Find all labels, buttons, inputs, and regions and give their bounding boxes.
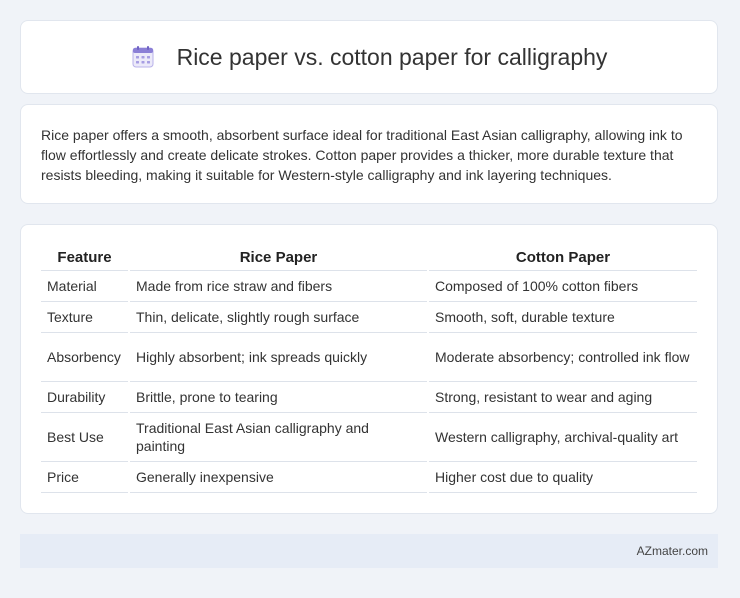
header-rice-paper: Rice Paper	[128, 245, 428, 271]
intro-paragraph: Rice paper offers a smooth, absorbent su…	[41, 127, 683, 183]
table-row: Best Use Traditional East Asian calligra…	[41, 412, 697, 462]
cotton-paper-cell: Western calligraphy, archival-quality ar…	[427, 412, 697, 462]
cotton-paper-cell: Composed of 100% cotton fibers	[427, 270, 697, 302]
table-row: Durability Brittle, prone to tearing Str…	[41, 381, 697, 413]
table-row: Texture Thin, delicate, slightly rough s…	[41, 301, 697, 333]
cotton-paper-cell: Higher cost due to quality	[427, 461, 697, 493]
rice-paper-cell: Traditional East Asian calligraphy and p…	[128, 412, 428, 462]
feature-cell: Absorbency	[41, 332, 129, 382]
intro-card: Rice paper offers a smooth, absorbent su…	[20, 104, 718, 204]
rice-paper-cell: Generally inexpensive	[128, 461, 428, 493]
table-row: Material Made from rice straw and fibers…	[41, 270, 697, 302]
rice-paper-cell: Highly absorbent; ink spreads quickly	[128, 332, 428, 382]
cotton-paper-cell: Moderate absorbency; controlled ink flow	[427, 332, 697, 382]
footer-brand: AZmater.com	[636, 544, 708, 558]
cotton-paper-cell: Strong, resistant to wear and aging	[427, 381, 697, 413]
page-title: Rice paper vs. cotton paper for calligra…	[176, 43, 608, 70]
title-card: Rice paper vs. cotton paper for calligra…	[20, 20, 718, 94]
feature-cell: Material	[41, 270, 129, 302]
cotton-paper-cell: Smooth, soft, durable texture	[427, 301, 697, 333]
feature-cell: Price	[41, 461, 129, 493]
header-feature: Feature	[41, 245, 129, 271]
calendar-icon	[131, 45, 155, 69]
table-row: Absorbency Highly absorbent; ink spreads…	[41, 332, 697, 382]
feature-cell: Durability	[41, 381, 129, 413]
header-cotton-paper: Cotton Paper	[427, 245, 697, 271]
table-card: Feature Rice Paper Cotton Paper Material…	[20, 224, 718, 514]
table-header-row: Feature Rice Paper Cotton Paper	[41, 245, 697, 271]
footer: AZmater.com	[20, 534, 718, 568]
comparison-table: Feature Rice Paper Cotton Paper Material…	[41, 245, 697, 493]
rice-paper-cell: Brittle, prone to tearing	[128, 381, 428, 413]
table-row: Price Generally inexpensive Higher cost …	[41, 461, 697, 493]
rice-paper-cell: Made from rice straw and fibers	[128, 270, 428, 302]
feature-cell: Best Use	[41, 412, 129, 462]
rice-paper-cell: Thin, delicate, slightly rough surface	[128, 301, 428, 333]
feature-cell: Texture	[41, 301, 129, 333]
